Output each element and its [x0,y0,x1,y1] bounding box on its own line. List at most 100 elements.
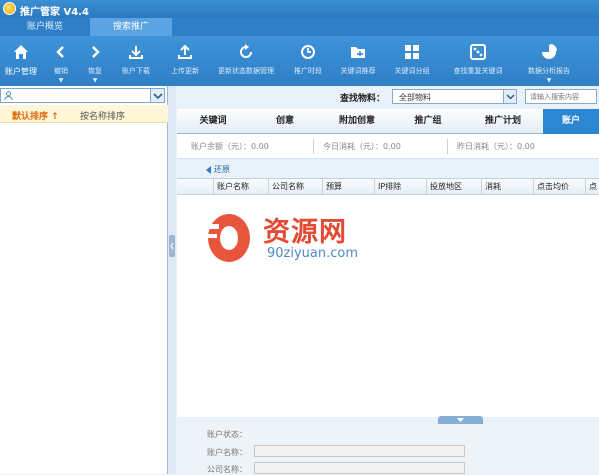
toolbar-label: 更新状态数据管理 [218,67,274,75]
company-name-field[interactable] [254,462,465,474]
user-icon [4,91,13,100]
upload-update-button[interactable]: 上传更新 [162,36,208,86]
account-name-field[interactable] [254,445,465,457]
top-tab-bar: 账户概览 搜索推广 [0,18,599,36]
redo-icon [92,46,100,58]
app-title: 推广管家 V4.4 [20,7,89,18]
redo-button[interactable]: 恢复 ▼ [80,36,110,86]
account-manage-button[interactable]: 账户管理 [0,36,42,86]
tab-keyword[interactable]: 关键词 [177,109,249,134]
chevron-down-icon [457,418,464,422]
upload-icon [178,44,192,59]
toolbar: 账户管理 撤销 ▼ 恢复 ▼ 账户下载 上传更新 更新状态数据管理 推广时段 关… [0,36,599,86]
promo-schedule-button[interactable]: 推广时段 [286,36,330,86]
grid-col-budget[interactable]: 预算 [322,179,374,195]
home-icon [14,45,28,59]
divider [313,139,314,154]
material-filter-select[interactable]: 全部物料 [392,89,517,104]
refresh-icon [240,44,252,58]
dice-icon [470,44,486,60]
account-stats-bar: 账户余额（元）：0.00 今日消耗（元）：0.00 昨日消耗（元）：0.00 [177,134,599,159]
account-sidebar: 默认排序 ↑ 按名称排序 [0,86,168,474]
panel-splitter[interactable] [168,86,176,474]
grid-col-account-name[interactable]: 账户名称 [213,179,268,195]
pie-chart-icon [542,44,557,59]
undo-icon [56,46,64,58]
chevron-down-icon [153,93,163,100]
chevron-left-icon [170,242,174,250]
sidebar-search-box[interactable] [0,88,165,103]
chevron-down-icon [506,94,515,100]
grid-col-avg-cpc[interactable]: 点击均价 [533,179,585,195]
balance-label: 账户余额（元）： [191,142,251,151]
filter-label: 查找物料： [340,94,386,104]
detail-label: 账户状态： [207,430,247,439]
grid-header: 账户名称 公司名称 预算 IP排除 投放地区 消耗 点击均价 点 [177,179,599,195]
tab-search-promotion[interactable]: 搜索推广 [90,18,172,36]
update-status-button[interactable]: 更新状态数据管理 [210,36,282,86]
account-download-button[interactable]: 账户下载 [114,36,158,86]
toolbar-label: 推广时段 [294,67,322,75]
undo-button[interactable]: 撤销 ▼ [46,36,76,86]
data-report-button[interactable]: 数据分析报告 ▼ [518,36,580,86]
splitter-collapse-handle[interactable] [169,235,175,257]
toolbar-label: 关键词推荐 [340,67,376,75]
chevron-down-icon: ▼ [58,77,64,84]
toolbar-label: 上传更新 [171,67,199,75]
grid-col-region[interactable]: 投放地区 [426,179,481,195]
material-filter-dropdown[interactable] [503,90,516,103]
grid-icon [405,45,419,59]
detail-collapse-button[interactable] [438,416,483,424]
toolbar-label: 关键词分组 [394,67,430,75]
grid-col-ip-exclude[interactable]: IP排除 [374,179,426,195]
search-input[interactable] [525,89,597,104]
folder-icon [351,47,365,58]
app-logo-icon [3,2,16,15]
divider [447,139,448,154]
sort-by-name-button[interactable]: 按名称排序 [80,109,125,122]
balance-stat: 账户余额（元）：0.00 [191,141,269,152]
detail-label: 公司名称： [207,465,247,474]
tab-account[interactable]: 账户 [543,109,599,134]
restore-arrow-icon [206,166,211,174]
today-spend-label: 今日消耗（元）： [323,142,383,151]
yesterday-spend-value: 0.00 [517,142,535,151]
clock-icon [301,45,315,59]
watermark: 资源网 90ziyuan.com [205,206,390,266]
sidebar-dropdown-button[interactable] [150,89,164,102]
toolbar-label: 查找重复关键词 [453,67,503,75]
tab-campaign[interactable]: 推广计划 [463,109,543,134]
yesterday-spend-stat: 昨日消耗（元）：0.00 [457,141,535,152]
grid-col-spend[interactable]: 消耗 [481,179,533,195]
tab-ad-group[interactable]: 推广组 [393,109,463,134]
watermark-logo-icon [205,214,250,262]
find-duplicate-keywords-button[interactable]: 查找重复关键词 [442,36,514,86]
chevron-down-icon: ▼ [92,77,98,84]
watermark-url: 90ziyuan.com [267,246,359,261]
chevron-down-icon: ▼ [546,77,552,84]
tab-creative[interactable]: 创意 [249,109,321,134]
grid-col-clicks[interactable]: 点 [585,179,599,195]
toolbar-label: 账户管理 [5,67,37,76]
today-spend-value: 0.00 [383,142,401,151]
yesterday-spend-label: 昨日消耗（元）： [457,142,517,151]
watermark-text: 资源网 [263,217,347,248]
sort-row: 默认排序 ↑ 按名称排序 [0,105,168,123]
material-filter-value: 全部物料 [399,93,431,102]
keyword-group-button[interactable]: 关键词分组 [386,36,438,86]
keyword-recommend-button[interactable]: 关键词推荐 [334,36,382,86]
grid-col-selector[interactable] [177,179,213,195]
download-icon [129,46,143,59]
toolbar-label: 数据分析报告 [528,67,570,75]
balance-value: 0.00 [251,142,269,151]
tab-extra-creative[interactable]: 附加创意 [321,109,393,134]
restore-link[interactable]: 还原 [214,164,230,175]
toolbar-label: 账户下载 [122,67,150,75]
tab-account-overview[interactable]: 账户概览 [0,18,90,36]
toolbar-label: 恢复 [88,67,102,75]
grid-col-company-name[interactable]: 公司名称 [268,179,322,195]
today-spend-stat: 今日消耗（元）：0.00 [323,141,401,152]
sort-default-button[interactable]: 默认排序 ↑ [12,109,59,122]
detail-label: 账户名称： [207,448,247,457]
title-bar: 推广管家 V4.4 [0,0,599,18]
